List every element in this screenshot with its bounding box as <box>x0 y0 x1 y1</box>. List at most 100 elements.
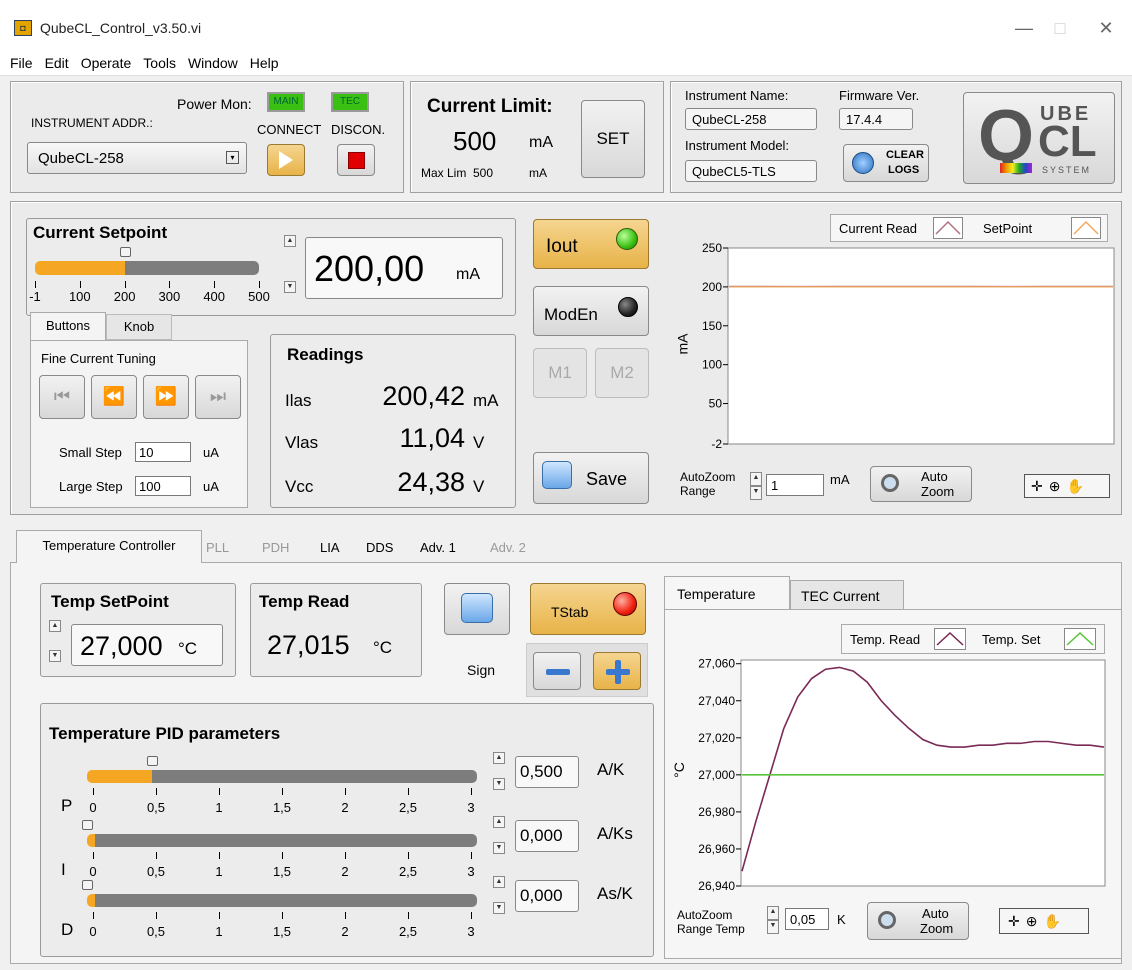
legend-temp-read-swatch <box>934 628 966 650</box>
auto-zoom-button[interactable]: Auto Zoom <box>870 466 972 502</box>
zoom-icon[interactable]: ⊕ <box>1049 478 1067 494</box>
tab-lia[interactable]: LIA <box>320 540 340 555</box>
pid-slider-thumb[interactable] <box>147 756 158 766</box>
m2-button[interactable]: M2 <box>595 348 649 398</box>
temp-save-button[interactable] <box>444 583 510 635</box>
tab-tec-current[interactable]: TEC Current <box>790 580 904 610</box>
legend-current-read-swatch <box>933 217 963 239</box>
close-button[interactable]: ✕ <box>1086 14 1126 42</box>
tab-temperature-controller[interactable]: Temperature Controller <box>16 530 202 563</box>
tab-buttons[interactable]: Buttons <box>30 312 106 340</box>
temp-auto-zoom-button[interactable]: Auto Zoom <box>867 902 969 940</box>
tab-knob[interactable]: Knob <box>106 314 172 340</box>
zoom-icon[interactable]: ⊕ <box>1026 913 1044 929</box>
tab-adv1[interactable]: Adv. 1 <box>420 540 456 555</box>
pid-tick-label: 0 <box>89 924 97 939</box>
pid-p-unit: A/K <box>597 760 625 779</box>
temp-setpoint-decrement[interactable]: ▼ <box>49 650 61 662</box>
graph-palette[interactable]: ✛⊕✋ <box>1024 474 1110 498</box>
temp-setpoint-increment[interactable]: ▲ <box>49 620 61 632</box>
pid-slider-track[interactable] <box>95 834 477 847</box>
temp-chart-plot[interactable]: 27,060 27,040 27,020 27,000 26,980 26,960 26,9… <box>671 654 1117 894</box>
y-tick-label: 27,060 <box>698 657 735 671</box>
tstab-button[interactable]: TStab <box>530 583 646 635</box>
pid-slider-track[interactable] <box>152 770 477 783</box>
pid-i-label: I <box>61 860 66 879</box>
connect-button[interactable] <box>267 144 305 176</box>
y-tick-label: 27,000 <box>698 768 735 782</box>
legend-current-read: Current Read <box>839 221 918 236</box>
tick-label: 100 <box>68 289 91 304</box>
pid-decrement[interactable]: ▼ <box>493 902 505 914</box>
sign-plus-button[interactable] <box>593 652 641 690</box>
tick-mark <box>214 281 216 288</box>
tab-pll[interactable]: PLL <box>206 540 229 555</box>
legend-swatch-line <box>1073 220 1099 235</box>
large-step-input[interactable]: 100 <box>135 476 191 496</box>
pid-slider-thumb[interactable] <box>82 820 93 830</box>
pid-decrement[interactable]: ▼ <box>493 778 505 790</box>
maximize-button[interactable]: □ <box>1040 14 1080 42</box>
pid-d-value[interactable]: 0,000 <box>515 880 579 912</box>
pan-hand-icon[interactable]: ✋ <box>1066 478 1089 494</box>
temp-autozoom-increment[interactable]: ▲ <box>767 906 779 920</box>
disconnect-button[interactable] <box>337 144 375 176</box>
pid-slider-track[interactable] <box>95 894 477 907</box>
iout-button[interactable]: Iout <box>533 219 649 269</box>
minimize-button[interactable]: — <box>1004 14 1044 42</box>
pid-slider-thumb[interactable] <box>82 880 93 890</box>
step-large-down-button[interactable]: ⏮ <box>39 375 85 419</box>
cursor-icon[interactable]: ✛ <box>1008 913 1026 929</box>
current-setpoint-slider[interactable] <box>35 247 259 275</box>
pid-i-value[interactable]: 0,000 <box>515 820 579 852</box>
pid-increment[interactable]: ▲ <box>493 752 505 764</box>
vlas-label: Vlas <box>285 433 319 452</box>
menu-operate[interactable]: Operate <box>75 53 138 71</box>
instrument-addr-dropdown[interactable]: QubeCL-258 ▾ <box>27 142 247 174</box>
pid-increment[interactable]: ▲ <box>493 876 505 888</box>
step-large-up-button[interactable]: ⏭ <box>195 375 241 419</box>
cursor-icon[interactable]: ✛ <box>1031 478 1049 494</box>
menu-window[interactable]: Window <box>182 53 244 71</box>
set-current-limit-button[interactable]: SET <box>581 100 645 178</box>
pid-p-value[interactable]: 0,500 <box>515 756 579 788</box>
menu-edit[interactable]: Edit <box>39 53 75 71</box>
autozoom-range-input[interactable]: 1 <box>766 474 824 496</box>
m1-button[interactable]: M1 <box>533 348 587 398</box>
menu-file[interactable]: File <box>4 53 39 71</box>
tick-mark <box>408 788 409 795</box>
current-chart-plot[interactable]: 250 200 150 100 50 -2 <box>680 242 1120 458</box>
step-small-down-button[interactable]: ⏪ <box>91 375 137 419</box>
autozoom-increment[interactable]: ▲ <box>750 472 762 486</box>
temp-setpoint-title: Temp SetPoint <box>51 592 169 611</box>
temp-setpoint-value: 27,000 <box>80 631 163 661</box>
sign-minus-button[interactable] <box>533 652 581 690</box>
clear-logs-button[interactable]: CLEAR LOGS <box>843 144 929 182</box>
menu-help[interactable]: Help <box>244 53 285 71</box>
pid-decrement[interactable]: ▼ <box>493 842 505 854</box>
tab-adv2[interactable]: Adv. 2 <box>490 540 526 555</box>
moden-button[interactable]: ModEn <box>533 286 649 336</box>
setpoint-decrement[interactable]: ▼ <box>284 281 296 293</box>
tab-dds[interactable]: DDS <box>366 540 393 555</box>
tab-pdh[interactable]: PDH <box>262 540 289 555</box>
step-small-up-button[interactable]: ⏩ <box>143 375 189 419</box>
pid-increment[interactable]: ▲ <box>493 816 505 828</box>
tec-power-indicator: TEC <box>331 92 369 112</box>
small-step-input[interactable]: 10 <box>135 442 191 462</box>
pan-hand-icon[interactable]: ✋ <box>1043 913 1066 929</box>
temp-graph-palette[interactable]: ✛⊕✋ <box>999 908 1089 934</box>
setpoint-increment[interactable]: ▲ <box>284 235 296 247</box>
save-button[interactable]: Save <box>533 452 649 504</box>
vlas-unit: V <box>473 433 485 452</box>
temp-autozoom-input[interactable]: 0,05 <box>785 908 829 930</box>
menu-tools[interactable]: Tools <box>137 53 182 71</box>
y-tick-label: 250 <box>702 242 722 255</box>
setpoint-numeric[interactable]: 200,00 mA <box>305 237 503 299</box>
pid-d-unit: As/K <box>597 884 633 903</box>
temp-setpoint-field[interactable]: 27,000 °C <box>71 624 223 666</box>
tab-temperature[interactable]: Temperature <box>664 576 790 610</box>
temp-autozoom-decrement[interactable]: ▼ <box>767 920 779 934</box>
slider-thumb[interactable] <box>119 247 131 257</box>
autozoom-decrement[interactable]: ▼ <box>750 486 762 500</box>
